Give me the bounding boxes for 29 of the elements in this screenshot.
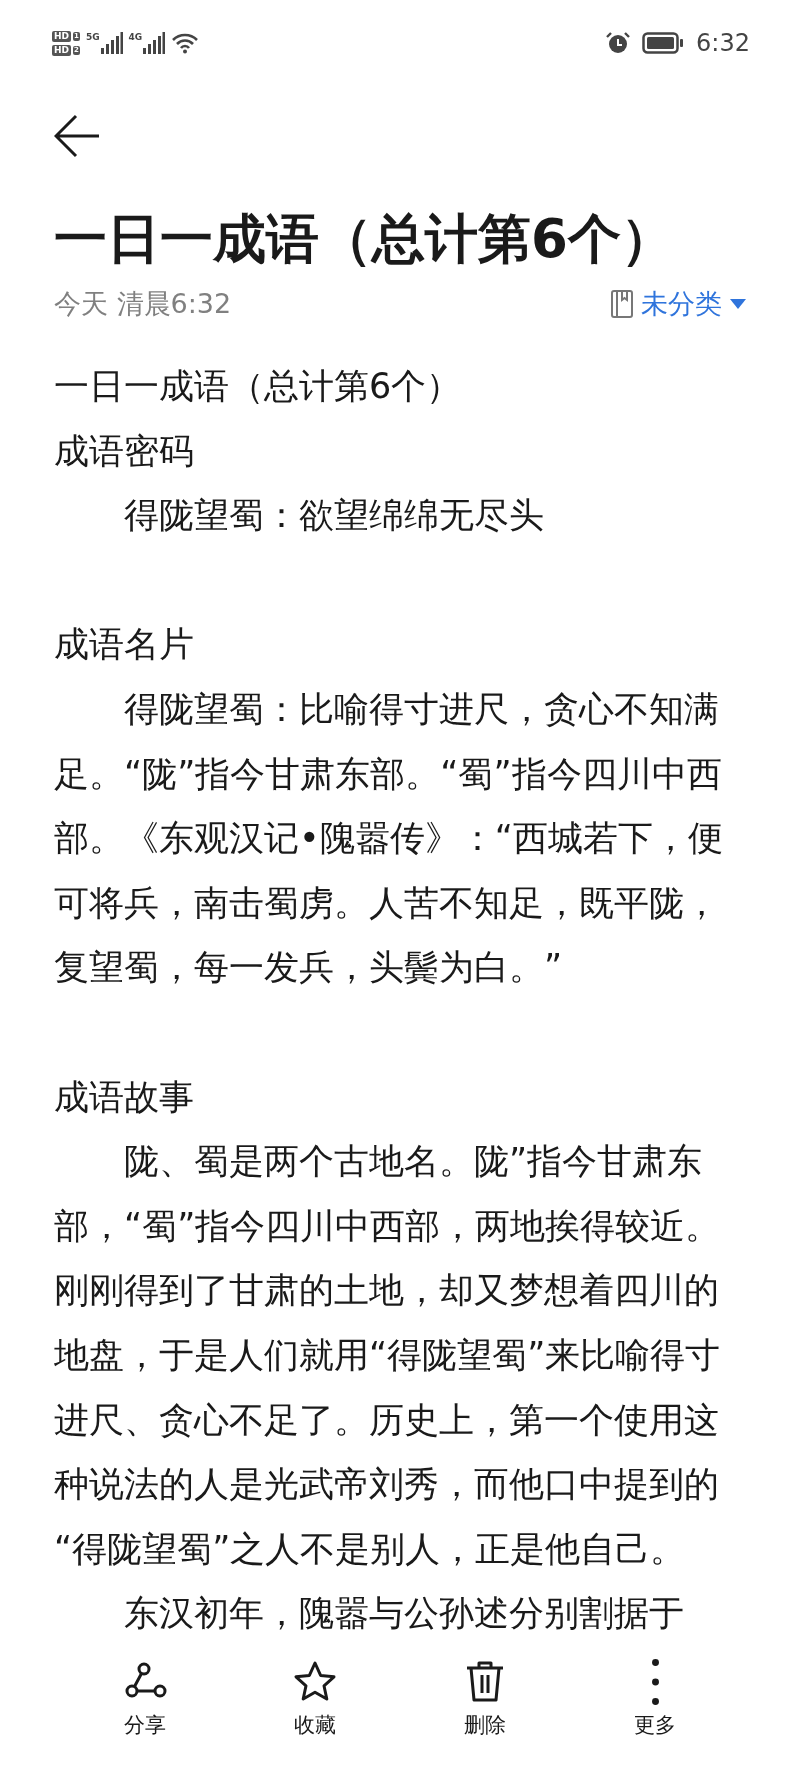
network-label: 5G: [85, 32, 100, 42]
sim-badge: HD: [52, 44, 71, 56]
share-button[interactable]: 分享: [60, 1645, 230, 1769]
note-paragraph: 东汉初年，隗嚣与公孙述分别割据于: [123, 1592, 685, 1636]
sim-badge: HD: [52, 30, 71, 42]
note-date: 今天 清晨6:32: [54, 287, 232, 321]
note-paragraph: 陇、蜀是两个古地名。陇”指今甘肃东 部，“蜀”指今四川中西部，两地挨得较近。 刚刚得到了甘肃的土地，却又梦想着四川的 地盘，于是人们就用“得陇望蜀”来比喻得寸 进尺、贪心不足了。历史上，第一个使用这 种说法的人是光武帝刘秀，而他口中提到的 “得陇望蜀”之人不是别人，正是他自己。: [54, 1140, 722, 1571]
alarm-icon: [606, 31, 631, 55]
trash-button[interactable]: 删除: [400, 1645, 570, 1769]
note-paragraph: 成语名片: [54, 623, 195, 667]
more-button[interactable]: 更多: [570, 1645, 740, 1769]
notebook-icon: [611, 290, 633, 318]
star-button[interactable]: 收藏: [230, 1645, 400, 1769]
more-icon: [651, 1659, 659, 1705]
note-paragraph: 成语故事: [54, 1075, 195, 1119]
category-dropdown[interactable]: 未分类: [611, 286, 746, 322]
battery-icon: [642, 32, 685, 54]
note-paragraph: 得陇望蜀：比喻得寸进尺，贪心不知满 足。“陇”指今甘肃东部。“蜀”指今四川中西 部。《东观汉记•隗嚣传》：“西城若下，便 可将兵，南击蜀虏。人苦不知足，既平陇， 复望蜀，每一发兵，头鬓为白。”: [54, 687, 724, 990]
back-button[interactable]: [54, 114, 100, 158]
network-label: 4G: [128, 32, 143, 42]
signal-icon: [143, 32, 166, 54]
clock-time: 6:32: [696, 29, 750, 57]
note-paragraph: 一日一成语（总计第6个）: [54, 365, 463, 408]
caret-icon: [730, 298, 746, 310]
note-title: 一日一成语（总计第6个）: [53, 207, 675, 271]
signal-icon: [100, 32, 123, 54]
note-paragraph: 成语密码: [54, 429, 195, 473]
wifi-icon: [171, 32, 200, 54]
note-paragraph: 得陇望蜀：欲望绵绵无尽头: [123, 494, 545, 538]
